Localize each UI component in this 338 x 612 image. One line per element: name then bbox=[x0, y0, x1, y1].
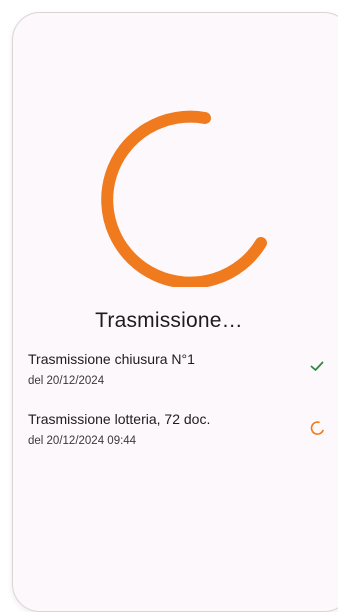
progress-spinner-icon bbox=[101, 110, 267, 287]
item-subtitle: del 20/12/2024 bbox=[28, 375, 105, 387]
item-subtitle: del 20/12/2024 09:44 bbox=[28, 435, 137, 447]
list-item: Trasmissione chiusura N°1 del 20/12/2024 bbox=[28, 350, 333, 388]
item-title: Trasmissione chiusura N°1 bbox=[28, 351, 195, 367]
item-title: Trasmissione lotteria, 72 doc. bbox=[28, 411, 211, 427]
list-item: Trasmissione lotteria, 72 doc. del 20/12… bbox=[28, 410, 333, 448]
dialog-title: Trasmissione… bbox=[95, 309, 243, 332]
check-icon bbox=[310, 361, 324, 371]
loading-icon bbox=[310, 421, 324, 435]
